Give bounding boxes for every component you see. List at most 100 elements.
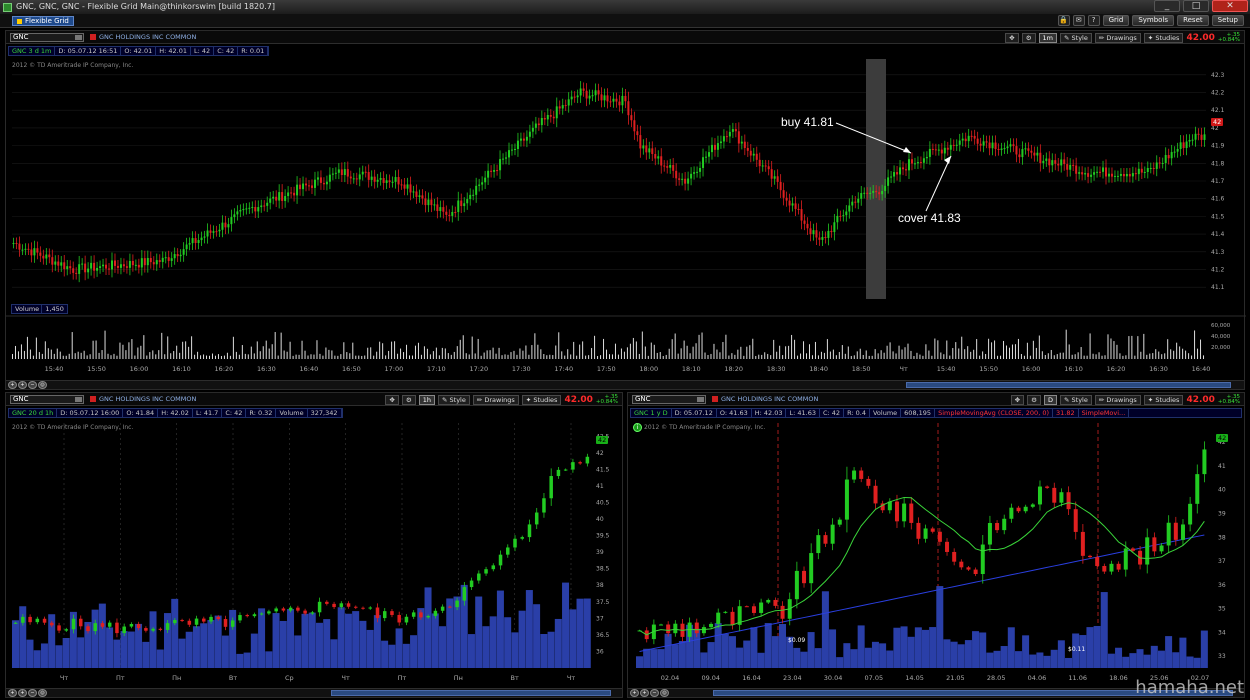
volume-bar xyxy=(71,332,73,359)
wrench-icon[interactable]: ⚙ xyxy=(401,394,416,405)
main-scroll-thumb[interactable] xyxy=(906,382,1231,388)
volume-bar xyxy=(1116,344,1118,359)
volume-bar xyxy=(643,648,651,668)
right-info-volume: 608,195 xyxy=(901,409,936,417)
intraday-candle xyxy=(93,262,96,271)
zoom-in-icon[interactable]: + xyxy=(18,381,27,389)
volume-bar xyxy=(1065,657,1072,668)
main-aggregation-button[interactable]: 1m xyxy=(1038,32,1058,43)
hourly-candle xyxy=(317,601,322,613)
zoom-fit-icon[interactable]: + xyxy=(8,381,17,389)
intraday-candle xyxy=(842,215,845,217)
zoom-in-icon[interactable]: + xyxy=(18,689,27,697)
volume-bar xyxy=(597,355,599,359)
hourly-chart-canvas[interactable]: 42.54241.54140.54039.53938.53837.53736.5… xyxy=(6,393,624,699)
volume-bar xyxy=(423,346,425,359)
flexible-grid-tab[interactable]: Flexible Grid xyxy=(12,16,74,26)
zoom-reset-icon[interactable]: ◎ xyxy=(38,381,47,389)
main-studies-button[interactable]: ✦ Studies xyxy=(1143,32,1184,43)
zoom-out-icon[interactable]: − xyxy=(28,689,37,697)
zoom-in-icon[interactable]: + xyxy=(640,689,649,697)
zoom-reset-icon[interactable]: ◎ xyxy=(660,689,669,697)
setup-menu-button[interactable]: Setup xyxy=(1211,15,1244,26)
right-info-volume-label: Volume xyxy=(870,409,902,417)
main-drawings-button[interactable]: ✏ Drawings xyxy=(1094,32,1141,43)
grid-menu-button[interactable]: Grid xyxy=(1102,15,1130,26)
dividend-label-1: $0.09 xyxy=(788,637,806,644)
volume-bar xyxy=(1059,352,1061,359)
reset-menu-button[interactable]: Reset xyxy=(1177,15,1209,26)
volume-bar xyxy=(482,626,490,668)
hourly-candle xyxy=(411,612,416,617)
left-aggregation-button[interactable]: 1h xyxy=(418,394,436,405)
daily-candle xyxy=(859,470,864,479)
volume-bar xyxy=(940,352,942,359)
hourly-candle xyxy=(296,607,300,611)
intraday-candle xyxy=(131,260,134,266)
volume-bar xyxy=(1197,348,1199,359)
left-studies-button[interactable]: ✦ Studies xyxy=(521,394,562,405)
crosshair-icon[interactable]: ✥ xyxy=(385,394,399,405)
intraday-candle xyxy=(555,106,558,119)
crosshair-icon[interactable]: ✥ xyxy=(1010,394,1025,405)
left-symbol-input[interactable]: GNC xyxy=(10,395,84,404)
main-chart-canvas[interactable]: 42.3 42.2 42.1 42 41.9 41.8 41.7 41.6 41.5 41.4 41… xyxy=(6,31,1246,391)
left-style-button[interactable]: ✎ Style xyxy=(438,394,470,405)
info-icon[interactable]: i xyxy=(633,423,642,432)
intraday-candle xyxy=(833,222,836,233)
daily-candle xyxy=(816,535,821,554)
message-icon[interactable]: ✉ xyxy=(1072,15,1085,26)
volume-bar xyxy=(916,352,918,359)
price-axis-label: 42.3 xyxy=(1211,72,1225,79)
left-scrollbar[interactable]: + + − ◎ xyxy=(6,688,622,697)
volume-bar xyxy=(337,355,339,359)
volume-bar xyxy=(743,640,751,668)
lock-icon[interactable]: 🔒 xyxy=(1057,15,1070,26)
volume-bar xyxy=(315,622,323,668)
wrench-icon[interactable]: ⚙ xyxy=(1027,394,1041,405)
volume-bar xyxy=(576,598,584,668)
right-drawings-button[interactable]: ✏ Drawings xyxy=(1094,394,1141,405)
main-style-button[interactable]: ✎ Style xyxy=(1060,32,1092,43)
right-symbol-input[interactable]: GNC xyxy=(632,395,706,404)
price-axis-label: 41.4 xyxy=(1211,231,1225,238)
intraday-candle xyxy=(308,185,311,187)
intraday-candle xyxy=(57,261,60,266)
volume-bar xyxy=(1057,640,1065,668)
company-flag-icon xyxy=(712,396,718,402)
help-icon[interactable]: ? xyxy=(1087,15,1100,26)
zoom-fit-icon[interactable]: + xyxy=(8,689,17,697)
wrench-icon[interactable]: ⚙ xyxy=(1021,32,1036,43)
intraday-candle xyxy=(427,199,430,206)
crosshair-icon[interactable]: ✥ xyxy=(1005,32,1019,43)
main-symbol-input[interactable]: GNC xyxy=(10,33,84,42)
volume-bar xyxy=(406,344,408,359)
left-scroll-thumb[interactable] xyxy=(331,690,611,696)
zoom-fit-icon[interactable]: + xyxy=(630,689,639,697)
drawings-label: Drawings xyxy=(1106,33,1137,42)
maximize-button[interactable]: □ xyxy=(1183,0,1209,12)
volume-bar xyxy=(826,339,828,359)
volume-bar xyxy=(1038,335,1040,359)
left-drawings-button[interactable]: ✏ Drawings xyxy=(472,394,519,405)
zoom-out-icon[interactable]: − xyxy=(650,689,659,697)
intraday-candle xyxy=(863,192,866,194)
intraday-candle xyxy=(878,192,881,195)
intraday-candle xyxy=(430,199,433,206)
close-button[interactable]: ✕ xyxy=(1212,0,1248,12)
intraday-candle xyxy=(99,266,102,268)
volume-bar xyxy=(460,584,468,668)
right-studies-button[interactable]: ✦ Studies xyxy=(1143,394,1184,405)
daily-chart-canvas[interactable]: 42 41 40 39 38 37 36 35 34 33 02.04 09.04 16.04 23.04… xyxy=(628,393,1246,699)
price-axis-label: 37 xyxy=(596,615,604,622)
zoom-reset-icon[interactable]: ◎ xyxy=(38,689,47,697)
right-aggregation-button[interactable]: D xyxy=(1044,394,1058,405)
symbols-menu-button[interactable]: Symbols xyxy=(1132,15,1175,26)
volume-bar xyxy=(518,610,526,668)
main-scrollbar[interactable]: + + − ◎ xyxy=(6,380,1244,389)
right-info-sym: GNC 1 y D xyxy=(631,409,672,417)
minimize-button[interactable]: _ xyxy=(1154,0,1180,12)
zoom-out-icon[interactable]: − xyxy=(28,381,37,389)
right-style-button[interactable]: ✎ Style xyxy=(1060,394,1092,405)
volume-bar xyxy=(647,355,649,359)
